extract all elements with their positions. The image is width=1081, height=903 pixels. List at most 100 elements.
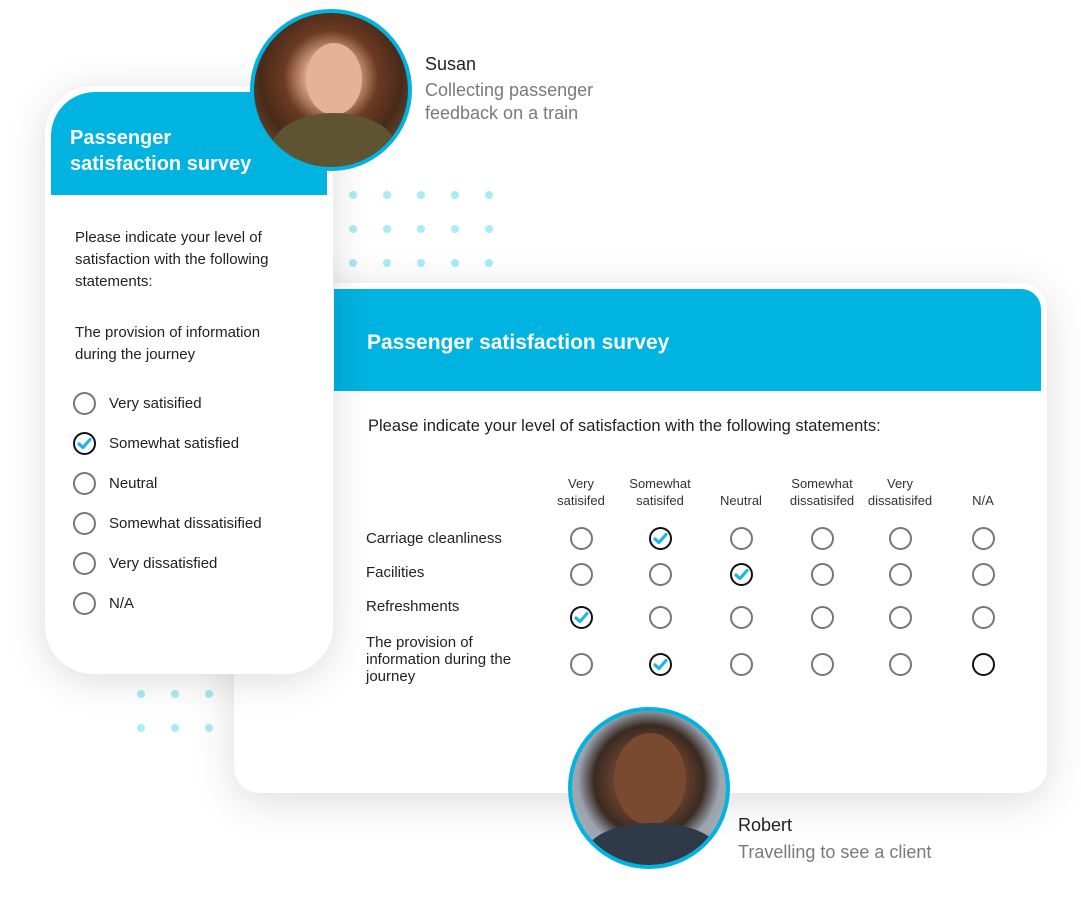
matrix-radio-button[interactable] bbox=[729, 605, 753, 629]
robert-description: Travelling to see a client bbox=[738, 842, 932, 862]
column-header-line2: satisifed bbox=[636, 493, 684, 508]
matrix-row-label: Refreshments bbox=[366, 598, 460, 615]
column-header-line1 bbox=[696, 475, 786, 492]
decorative-dot bbox=[137, 690, 145, 698]
matrix-radio-button[interactable] bbox=[729, 562, 753, 586]
decorative-dot bbox=[451, 259, 459, 267]
robert-avatar bbox=[568, 707, 730, 869]
matrix-column-header: Somewhat dissatisifed bbox=[777, 475, 867, 509]
radio-button[interactable] bbox=[73, 391, 96, 415]
decorative-dot bbox=[171, 690, 179, 698]
matrix-radio-button[interactable] bbox=[888, 605, 912, 629]
option-label: Very dissatisfied bbox=[109, 554, 218, 572]
susan-avatar bbox=[250, 9, 412, 171]
matrix-radio-button[interactable] bbox=[810, 562, 834, 586]
checkmark-icon bbox=[652, 532, 668, 544]
decorative-dot-grid-top bbox=[349, 191, 493, 267]
mobile-survey-title: Passenger satisfaction survey bbox=[70, 125, 290, 177]
matrix-radio-button[interactable] bbox=[888, 526, 912, 550]
decorative-dot bbox=[349, 191, 357, 199]
checkmark-icon bbox=[77, 437, 92, 449]
radio-button[interactable] bbox=[73, 551, 96, 575]
matrix-radio-button[interactable] bbox=[971, 526, 995, 550]
shirt-shape bbox=[586, 823, 720, 865]
column-header-line1 bbox=[938, 475, 1028, 492]
matrix-column-header: Very dissatisifed bbox=[855, 475, 945, 509]
susan-name: Susan bbox=[425, 54, 477, 74]
mobile-survey-question: The provision of information during the … bbox=[75, 324, 261, 363]
matrix-radio-button[interactable] bbox=[569, 526, 593, 550]
radio-button[interactable] bbox=[73, 511, 96, 535]
matrix-radio-button[interactable] bbox=[729, 526, 753, 550]
column-header-line2: dissatisifed bbox=[789, 493, 855, 508]
decorative-dot bbox=[349, 225, 357, 233]
matrix-radio-button[interactable] bbox=[971, 605, 995, 629]
mobile-survey-intro: Please indicate your level of satisfacti… bbox=[75, 229, 269, 290]
decorative-dot bbox=[417, 191, 425, 199]
decorative-dot bbox=[137, 724, 145, 732]
matrix-column-header: Somewhat satisifed bbox=[615, 475, 705, 509]
mobile-option[interactable]: Neutral bbox=[73, 463, 262, 503]
mobile-option[interactable]: Very dissatisfied bbox=[73, 543, 262, 583]
decorative-dot bbox=[205, 724, 213, 732]
matrix-radio-button[interactable] bbox=[888, 562, 912, 586]
column-header-line1: Somewhat bbox=[629, 476, 691, 491]
desktop-survey-title: Passenger satisfaction survey bbox=[367, 331, 670, 354]
option-label: Neutral bbox=[109, 474, 158, 492]
decorative-dot bbox=[485, 259, 493, 267]
matrix-radio-button[interactable] bbox=[888, 652, 912, 676]
mobile-option[interactable]: N/A bbox=[73, 583, 262, 623]
decorative-dot bbox=[205, 690, 213, 698]
matrix-radio-button[interactable] bbox=[569, 605, 593, 629]
option-label: Very satisified bbox=[109, 394, 202, 412]
decorative-dot bbox=[349, 259, 357, 267]
option-label: N/A bbox=[109, 594, 135, 612]
scarf-shape bbox=[272, 113, 396, 167]
desktop-survey-intro: Please indicate your level of satisfacti… bbox=[368, 417, 881, 435]
option-label: Somewhat satisfied bbox=[109, 434, 240, 452]
mobile-option[interactable]: Somewhat satisfied bbox=[73, 423, 262, 463]
decorative-dot bbox=[451, 191, 459, 199]
radio-button[interactable] bbox=[73, 471, 96, 495]
person-photo-icon bbox=[614, 733, 686, 825]
mobile-option[interactable]: Very satisified bbox=[73, 383, 262, 423]
decorative-dot bbox=[383, 259, 391, 267]
matrix-radio-button[interactable] bbox=[648, 526, 672, 550]
matrix-radio-button[interactable] bbox=[810, 652, 834, 676]
mobile-option-list: Very satisified Somewhat satisfied Neutral… bbox=[73, 383, 262, 623]
option-label: Somewhat dissatisified bbox=[109, 514, 262, 532]
column-header-line1: Very bbox=[886, 476, 913, 491]
matrix-radio-button[interactable] bbox=[729, 652, 753, 676]
matrix-row-label: The provision of information during the … bbox=[366, 634, 512, 685]
decorative-dot bbox=[485, 191, 493, 199]
decorative-dot bbox=[383, 191, 391, 199]
radio-button[interactable] bbox=[73, 431, 96, 455]
column-header-line1: Somewhat bbox=[791, 476, 853, 491]
matrix-column-header: N/A bbox=[938, 475, 1028, 509]
matrix-radio-button[interactable] bbox=[810, 605, 834, 629]
column-header-line2: satisifed bbox=[557, 493, 605, 508]
matrix-radio-button[interactable] bbox=[971, 562, 995, 586]
matrix-radio-button[interactable] bbox=[569, 652, 593, 676]
matrix-column-header: Neutral bbox=[696, 475, 786, 509]
checkmark-icon bbox=[652, 658, 668, 670]
decorative-dot bbox=[171, 724, 179, 732]
robert-name: Robert bbox=[738, 815, 793, 835]
radio-button[interactable] bbox=[73, 591, 96, 615]
mobile-survey-card: Passenger satisfaction survey Please ind… bbox=[45, 86, 333, 674]
decorative-dot bbox=[451, 225, 459, 233]
decorative-dot bbox=[417, 225, 425, 233]
person-photo-icon bbox=[306, 43, 362, 115]
column-header-line2: dissatisifed bbox=[867, 493, 933, 508]
matrix-radio-button[interactable] bbox=[810, 526, 834, 550]
column-header-line2: N/A bbox=[972, 493, 994, 508]
decorative-dot bbox=[485, 225, 493, 233]
decorative-dot-grid-bottom bbox=[137, 690, 213, 732]
matrix-radio-button[interactable] bbox=[569, 562, 593, 586]
matrix-radio-button[interactable] bbox=[648, 605, 672, 629]
mobile-option[interactable]: Somewhat dissatisified bbox=[73, 503, 262, 543]
desktop-survey-header: Passenger satisfaction survey bbox=[334, 289, 1041, 391]
matrix-radio-button[interactable] bbox=[648, 652, 672, 676]
matrix-radio-button[interactable] bbox=[648, 562, 672, 586]
matrix-radio-button[interactable] bbox=[971, 652, 995, 676]
